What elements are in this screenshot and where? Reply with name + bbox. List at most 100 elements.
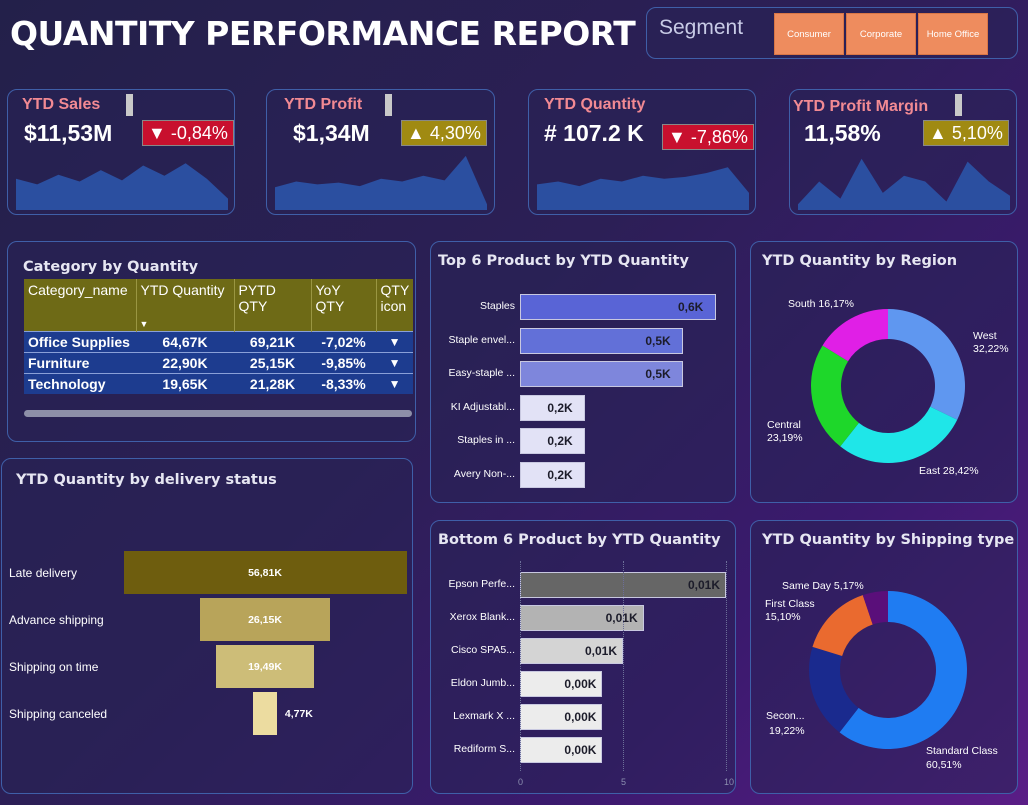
category-table: Category_name YTD Quantity ▼ PYTD QTY YoY… <box>24 279 414 394</box>
down-triangle-icon: ▼ <box>376 351 414 373</box>
bar-value-label: 0,5K <box>645 367 671 381</box>
kpi-value: $1,34M <box>293 120 370 146</box>
kpi-marker <box>385 94 392 116</box>
kpi-card-ytd-profit-margin: YTD Profit Margin 11,58% ▲ 5,10% <box>789 89 1017 215</box>
donut-label-south: South 16,17% <box>788 298 854 310</box>
bar-category-label: Cisco SPA5... <box>451 644 515 656</box>
segment-slicer: Segment Consumer Corporate Home Office <box>646 7 1018 59</box>
axis-gridline <box>623 561 624 771</box>
table-cell: -9,85% <box>311 351 376 373</box>
column-header[interactable]: Category_name <box>24 279 137 331</box>
kpi-marker <box>955 94 962 116</box>
column-header-label: YTD Quantity <box>140 282 225 298</box>
table-row[interactable]: Furniture 22,90K 25,15K -9,85% ▼ <box>24 351 414 373</box>
delivery-status-card: YTD Quantity by delivery status Late del… <box>1 458 413 794</box>
funnel-value-label: 19,49K <box>248 660 282 673</box>
bar-value-label: 0,01K <box>605 611 638 625</box>
bar-value-label: 0,2K <box>547 467 573 482</box>
kpi-change-badge: ▲ 4,30% <box>401 120 487 146</box>
bar-category-label: Lexmark X ... <box>453 710 515 722</box>
kpi-sparkline <box>537 167 749 210</box>
kpi-title: YTD Quantity <box>544 96 646 113</box>
table-row[interactable]: Technology 19,65K 21,28K -8,33% ▼ <box>24 372 414 394</box>
column-header[interactable]: YoY QTY <box>311 279 377 331</box>
kpi-title: YTD Sales <box>22 96 101 113</box>
card-title: Top 6 Product by YTD Quantity <box>438 253 689 269</box>
donut-slice-east[interactable] <box>840 406 958 463</box>
funnel-bar[interactable]: 26,15K <box>199 598 331 641</box>
bar-category-label: Eldon Jumb... <box>450 677 515 689</box>
donut-label-west-name: West <box>973 330 997 342</box>
bar-value-label: 0,2K <box>547 400 573 415</box>
axis-tick-label: 10 <box>724 777 735 787</box>
bar-category-label: Staple envel... <box>448 333 515 346</box>
axis-tick-label: 5 <box>621 777 627 787</box>
donut-slice-west[interactable] <box>888 309 965 420</box>
axis-gridline <box>726 561 727 771</box>
segment-home-office-button[interactable]: Home Office <box>918 13 988 55</box>
bar-value-label: 0,2K <box>547 434 573 448</box>
horizontal-scrollbar[interactable] <box>24 410 412 417</box>
down-triangle-icon: ▼ <box>376 330 414 352</box>
funnel-bar[interactable]: 4,77K <box>253 692 313 735</box>
donut-slice-first-class[interactable] <box>812 595 873 656</box>
kpi-sparkline <box>16 163 228 210</box>
page-title: QUANTITY PERFORMANCE REPORT <box>10 14 636 53</box>
donut-label-second-class-value: 19,22% <box>769 725 805 737</box>
table-cell: 19,65K <box>136 372 234 394</box>
bar-category-label: Xerox Blank... <box>449 611 515 623</box>
kpi-change: 5,10% <box>951 122 1003 143</box>
shipping-donut-card: YTD Quantity by Shipping type Same Day 5… <box>750 520 1018 794</box>
column-header[interactable]: QTY icon <box>376 279 414 331</box>
bottom6-product-card: Bottom 6 Product by YTD Quantity Epson P… <box>430 520 736 794</box>
sparkline-area <box>275 155 487 210</box>
bar-category-label: Staples <box>479 300 515 312</box>
sparkline-area <box>537 167 749 210</box>
sort-descending-icon: ▼ <box>139 318 149 329</box>
sparkline-area <box>16 163 228 210</box>
kpi-card-ytd-profit: YTD Profit $1,34M ▲ 4,30% <box>266 89 495 215</box>
region-donut-card: YTD Quantity by Region South 16,17% West… <box>750 241 1018 503</box>
donut-label-same-day: Same Day 5,17% <box>782 580 864 592</box>
segment-consumer-button[interactable]: Consumer <box>774 13 844 55</box>
donut-label-west-value: 32,22% <box>973 343 1009 355</box>
kpi-card-ytd-quantity: YTD Quantity # 107.2 K ▼ -7,86% <box>528 89 756 215</box>
table-cell: 21,28K <box>234 372 311 394</box>
kpi-value: $11,53M <box>24 120 113 146</box>
bar-value-label: 0,5K <box>645 333 671 348</box>
sparkline-area <box>798 158 1010 210</box>
funnel-bar[interactable]: 19,49K <box>216 645 314 688</box>
bar-value-label: 0,6K <box>678 300 704 314</box>
category-table-card: Category by Quantity Category_name YTD Q… <box>7 241 416 442</box>
axis-tick-label: 0 <box>518 777 524 787</box>
kpi-card-ytd-sales: YTD Sales $11,53M ▼ -0,84% <box>7 89 235 215</box>
donut-label-first-class-value: 15,10% <box>765 611 801 623</box>
column-header-sorted[interactable]: YTD Quantity ▼ <box>136 279 235 331</box>
donut-label-second-class-name: Secon... <box>766 710 805 722</box>
kpi-change: -0,84% <box>170 122 228 143</box>
donut-label-central-value: 23,19% <box>767 432 803 444</box>
funnel-category-label: Advance shipping <box>9 613 104 627</box>
donut-label-first-class-name: First Class <box>765 598 815 610</box>
table-cell: 69,21K <box>234 330 311 352</box>
funnel-category-label: Late delivery <box>9 566 78 580</box>
segment-label: Segment <box>659 16 744 39</box>
down-triangle-icon: ▼ <box>376 372 414 394</box>
card-title: YTD Quantity by Shipping type <box>762 532 1015 548</box>
bar-value-label: 0,00K <box>564 677 597 691</box>
table-cell: Technology <box>24 372 136 394</box>
table-cell: -7,02% <box>311 330 376 352</box>
funnel-value-label: 4,77K <box>284 707 313 720</box>
donut-label-standard-value: 60,51% <box>926 759 962 771</box>
table-row[interactable]: Office Supplies 64,67K 69,21K -7,02% ▼ <box>24 330 414 352</box>
donut-slice-central[interactable] <box>811 345 859 447</box>
kpi-change: 4,30% <box>429 122 481 143</box>
column-header[interactable]: PYTD QTY <box>234 279 312 331</box>
bar-value-label: 0,00K <box>564 710 597 724</box>
segment-corporate-button[interactable]: Corporate <box>846 13 916 55</box>
funnel-category-label: Shipping on time <box>9 660 99 674</box>
card-title: YTD Quantity by Region <box>762 253 958 269</box>
funnel-bar[interactable]: 56,81K <box>123 551 407 594</box>
funnel-category-label: Shipping canceled <box>9 707 108 721</box>
kpi-change-badge: ▲ 5,10% <box>923 120 1009 146</box>
